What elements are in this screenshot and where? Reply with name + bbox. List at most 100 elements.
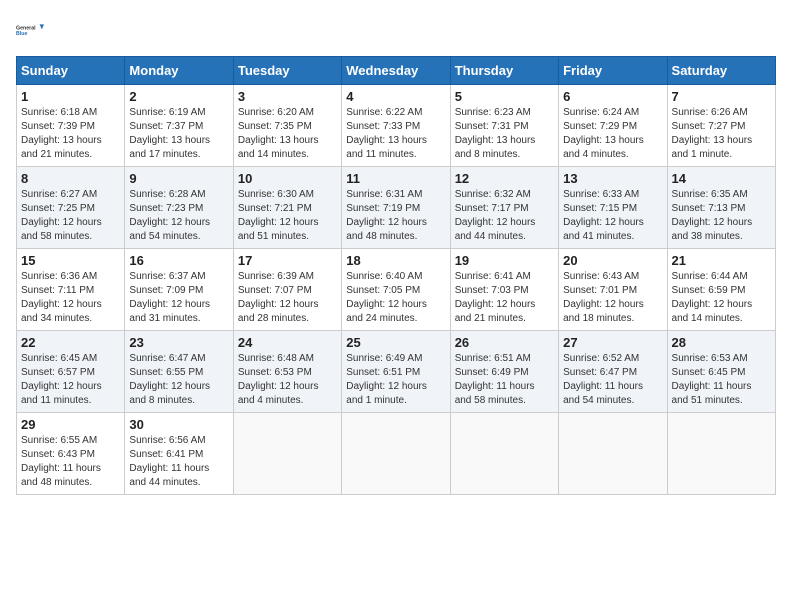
calendar-cell: 1 Sunrise: 6:18 AM Sunset: 7:39 PM Daylig…	[17, 85, 125, 167]
day-number: 7	[672, 89, 771, 104]
day-number: 4	[346, 89, 445, 104]
calendar-cell: 12 Sunrise: 6:32 AM Sunset: 7:17 PM Dayli…	[450, 167, 558, 249]
day-number: 8	[21, 171, 120, 186]
weekday-tuesday: Tuesday	[233, 57, 341, 85]
calendar-cell	[450, 413, 558, 495]
day-number: 18	[346, 253, 445, 268]
logo: General Blue	[16, 16, 44, 44]
day-info: Sunrise: 6:43 AM Sunset: 7:01 PM Dayligh…	[563, 270, 662, 326]
day-info: Sunrise: 6:48 AM Sunset: 6:53 PM Dayligh…	[238, 352, 337, 408]
day-info: Sunrise: 6:52 AM Sunset: 6:47 PM Dayligh…	[563, 352, 662, 408]
calendar-cell: 14Sunrise: 6:35 AM Sunset: 7:13 PM Dayli…	[667, 167, 775, 249]
day-info: Sunrise: 6:36 AM Sunset: 7:11 PM Dayligh…	[21, 270, 120, 326]
calendar-header: SundayMondayTuesdayWednesdayThursdayFrid…	[17, 57, 776, 85]
calendar-week-row: 1 Sunrise: 6:18 AM Sunset: 7:39 PM Daylig…	[17, 85, 776, 167]
day-info: Sunrise: 6:55 AM Sunset: 6:43 PM Dayligh…	[21, 434, 120, 490]
day-info: Sunrise: 6:37 AM Sunset: 7:09 PM Dayligh…	[129, 270, 228, 326]
calendar-cell: 4 Sunrise: 6:22 AM Sunset: 7:33 PM Daylig…	[342, 85, 450, 167]
weekday-monday: Monday	[125, 57, 233, 85]
calendar-cell: 6Sunrise: 6:24 AM Sunset: 7:29 PM Daylig…	[559, 85, 667, 167]
calendar-cell: 16 Sunrise: 6:37 AM Sunset: 7:09 PM Dayli…	[125, 249, 233, 331]
calendar-cell: 11 Sunrise: 6:31 AM Sunset: 7:19 PM Dayli…	[342, 167, 450, 249]
day-number: 25	[346, 335, 445, 350]
calendar-cell: 7 Sunrise: 6:26 AM Sunset: 7:27 PM Daylig…	[667, 85, 775, 167]
day-info: Sunrise: 6:32 AM Sunset: 7:17 PM Dayligh…	[455, 188, 554, 244]
day-number: 11	[346, 171, 445, 186]
day-info: Sunrise: 6:19 AM Sunset: 7:37 PM Dayligh…	[129, 106, 228, 162]
weekday-wednesday: Wednesday	[342, 57, 450, 85]
day-number: 12	[455, 171, 554, 186]
calendar-cell: 18 Sunrise: 6:40 AM Sunset: 7:05 PM Dayli…	[342, 249, 450, 331]
day-info: Sunrise: 6:24 AM Sunset: 7:29 PM Dayligh…	[563, 106, 662, 162]
calendar-cell: 21 Sunrise: 6:44 AM Sunset: 6:59 PM Dayli…	[667, 249, 775, 331]
day-number: 19	[455, 253, 554, 268]
day-info: Sunrise: 6:40 AM Sunset: 7:05 PM Dayligh…	[346, 270, 445, 326]
calendar-cell: 28 Sunrise: 6:53 AM Sunset: 6:45 PM Dayli…	[667, 331, 775, 413]
day-info: Sunrise: 6:51 AM Sunset: 6:49 PM Dayligh…	[455, 352, 554, 408]
calendar-table: SundayMondayTuesdayWednesdayThursdayFrid…	[16, 56, 776, 495]
calendar-cell: 19Sunrise: 6:41 AM Sunset: 7:03 PM Dayli…	[450, 249, 558, 331]
day-info: Sunrise: 6:26 AM Sunset: 7:27 PM Dayligh…	[672, 106, 771, 162]
calendar-week-row: 8 Sunrise: 6:27 AM Sunset: 7:25 PM Daylig…	[17, 167, 776, 249]
day-info: Sunrise: 6:18 AM Sunset: 7:39 PM Dayligh…	[21, 106, 120, 162]
calendar-cell: 20 Sunrise: 6:43 AM Sunset: 7:01 PM Dayli…	[559, 249, 667, 331]
day-number: 22	[21, 335, 120, 350]
day-info: Sunrise: 6:31 AM Sunset: 7:19 PM Dayligh…	[346, 188, 445, 244]
weekday-header-row: SundayMondayTuesdayWednesdayThursdayFrid…	[17, 57, 776, 85]
day-number: 21	[672, 253, 771, 268]
day-info: Sunrise: 6:28 AM Sunset: 7:23 PM Dayligh…	[129, 188, 228, 244]
calendar-cell: 30 Sunrise: 6:56 AM Sunset: 6:41 PM Dayli…	[125, 413, 233, 495]
day-number: 30	[129, 417, 228, 432]
calendar-cell: 15 Sunrise: 6:36 AM Sunset: 7:11 PM Dayli…	[17, 249, 125, 331]
day-info: Sunrise: 6:20 AM Sunset: 7:35 PM Dayligh…	[238, 106, 337, 162]
day-number: 13	[563, 171, 662, 186]
calendar-body: 1 Sunrise: 6:18 AM Sunset: 7:39 PM Daylig…	[17, 85, 776, 495]
day-number: 1	[21, 89, 120, 104]
day-number: 20	[563, 253, 662, 268]
calendar-cell: 29Sunrise: 6:55 AM Sunset: 6:43 PM Dayli…	[17, 413, 125, 495]
day-info: Sunrise: 6:22 AM Sunset: 7:33 PM Dayligh…	[346, 106, 445, 162]
calendar-cell	[342, 413, 450, 495]
day-number: 28	[672, 335, 771, 350]
day-info: Sunrise: 6:23 AM Sunset: 7:31 PM Dayligh…	[455, 106, 554, 162]
calendar-cell	[559, 413, 667, 495]
day-number: 23	[129, 335, 228, 350]
weekday-friday: Friday	[559, 57, 667, 85]
calendar-week-row: 22Sunrise: 6:45 AM Sunset: 6:57 PM Dayli…	[17, 331, 776, 413]
day-number: 14	[672, 171, 771, 186]
day-info: Sunrise: 6:47 AM Sunset: 6:55 PM Dayligh…	[129, 352, 228, 408]
calendar-cell: 17Sunrise: 6:39 AM Sunset: 7:07 PM Dayli…	[233, 249, 341, 331]
day-number: 10	[238, 171, 337, 186]
calendar-cell: 3 Sunrise: 6:20 AM Sunset: 7:35 PM Daylig…	[233, 85, 341, 167]
calendar-cell: 8 Sunrise: 6:27 AM Sunset: 7:25 PM Daylig…	[17, 167, 125, 249]
day-info: Sunrise: 6:44 AM Sunset: 6:59 PM Dayligh…	[672, 270, 771, 326]
day-info: Sunrise: 6:27 AM Sunset: 7:25 PM Dayligh…	[21, 188, 120, 244]
day-number: 15	[21, 253, 120, 268]
svg-text:General: General	[16, 25, 36, 31]
day-number: 3	[238, 89, 337, 104]
day-number: 2	[129, 89, 228, 104]
weekday-saturday: Saturday	[667, 57, 775, 85]
day-number: 16	[129, 253, 228, 268]
calendar-cell: 24 Sunrise: 6:48 AM Sunset: 6:53 PM Dayli…	[233, 331, 341, 413]
logo-icon: General Blue	[16, 16, 44, 44]
weekday-thursday: Thursday	[450, 57, 558, 85]
day-number: 9	[129, 171, 228, 186]
day-number: 5	[455, 89, 554, 104]
day-info: Sunrise: 6:56 AM Sunset: 6:41 PM Dayligh…	[129, 434, 228, 490]
calendar-cell: 25Sunrise: 6:49 AM Sunset: 6:51 PM Dayli…	[342, 331, 450, 413]
calendar-week-row: 15 Sunrise: 6:36 AM Sunset: 7:11 PM Dayli…	[17, 249, 776, 331]
day-info: Sunrise: 6:33 AM Sunset: 7:15 PM Dayligh…	[563, 188, 662, 244]
day-number: 26	[455, 335, 554, 350]
calendar-cell: 13 Sunrise: 6:33 AM Sunset: 7:15 PM Dayli…	[559, 167, 667, 249]
calendar-cell: 5 Sunrise: 6:23 AM Sunset: 7:31 PM Daylig…	[450, 85, 558, 167]
page-header: General Blue	[16, 16, 776, 44]
day-number: 24	[238, 335, 337, 350]
day-info: Sunrise: 6:53 AM Sunset: 6:45 PM Dayligh…	[672, 352, 771, 408]
day-number: 27	[563, 335, 662, 350]
calendar-cell	[667, 413, 775, 495]
calendar-cell: 2 Sunrise: 6:19 AM Sunset: 7:37 PM Daylig…	[125, 85, 233, 167]
calendar-cell: 26 Sunrise: 6:51 AM Sunset: 6:49 PM Dayli…	[450, 331, 558, 413]
day-info: Sunrise: 6:30 AM Sunset: 7:21 PM Dayligh…	[238, 188, 337, 244]
day-info: Sunrise: 6:39 AM Sunset: 7:07 PM Dayligh…	[238, 270, 337, 326]
